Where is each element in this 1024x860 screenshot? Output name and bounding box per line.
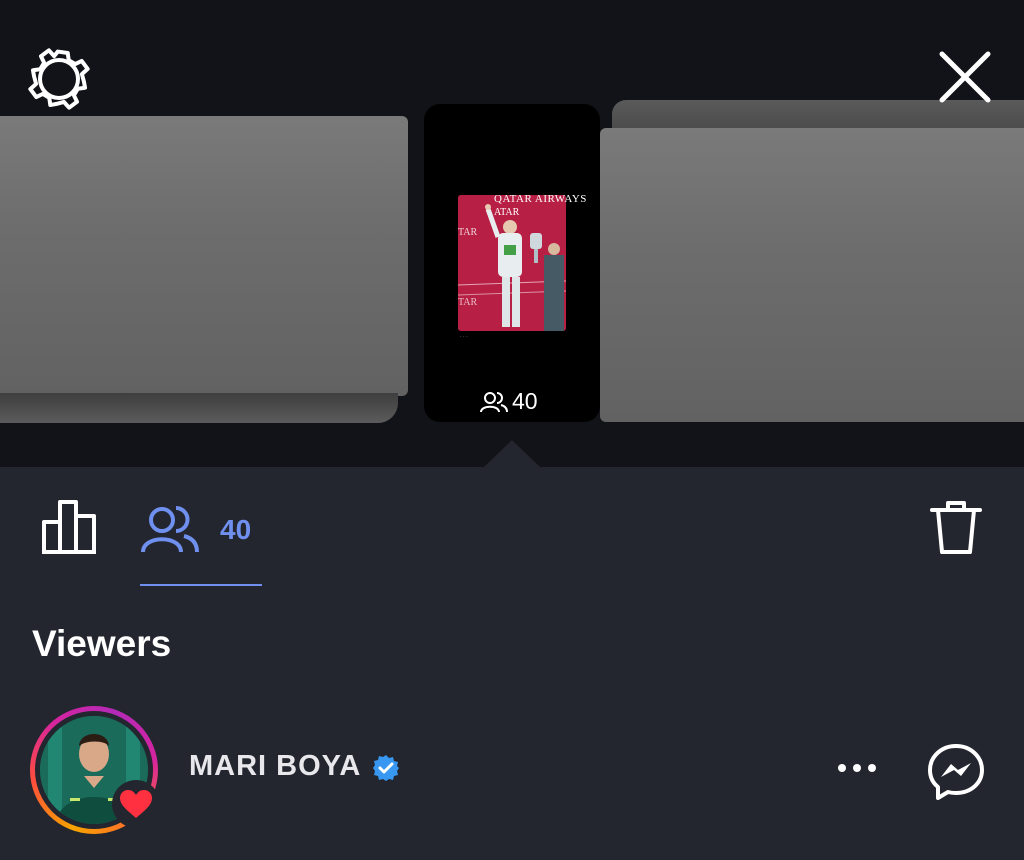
story-preview-right[interactable] (600, 128, 1024, 422)
section-title: Viewers (32, 623, 172, 664)
close-button[interactable] (934, 46, 996, 108)
active-tab-underline (140, 584, 262, 586)
send-message-button[interactable] (926, 742, 986, 802)
story-photo-caption: · · · (460, 334, 468, 340)
story-carousel: ATAR TAR TAR QATAR AIRWAYS · · · 40 (0, 0, 1024, 467)
viewers-tab[interactable]: 40 (140, 496, 262, 586)
delete-button[interactable] (928, 498, 984, 556)
story-image-text: QATAR AIRWAYS (494, 193, 587, 205)
bar-chart-icon (42, 500, 96, 554)
verified-badge-icon (373, 755, 399, 781)
selected-story-pointer (484, 440, 540, 467)
messenger-icon (928, 744, 984, 800)
more-options-button[interactable] (832, 752, 882, 782)
svg-text:TAR: TAR (458, 227, 478, 238)
insights-tab[interactable] (40, 496, 100, 556)
heart-icon (120, 790, 152, 818)
people-icon (141, 506, 199, 553)
podium-image: ATAR TAR TAR (458, 195, 566, 331)
list-item[interactable]: MARI BOYA (0, 700, 1024, 840)
svg-text:TAR: TAR (458, 297, 478, 308)
reaction-badge (112, 780, 160, 828)
story-photo: ATAR TAR TAR (458, 195, 566, 331)
svg-text:ATAR: ATAR (494, 207, 520, 218)
close-icon (939, 51, 991, 103)
settings-button[interactable] (26, 46, 92, 112)
story-viewer-count-value: 40 (512, 388, 538, 414)
story-preview-left-edge (0, 393, 398, 423)
story-preview-left[interactable] (0, 116, 408, 396)
gear-icon (28, 48, 90, 110)
viewer-username[interactable]: MARI BOYA (189, 750, 361, 783)
more-icon (838, 764, 876, 772)
viewers-tab-count: 40 (220, 514, 252, 545)
story-viewer-count[interactable]: 40 (480, 388, 538, 415)
trash-icon (930, 501, 982, 554)
people-icon (480, 391, 508, 412)
